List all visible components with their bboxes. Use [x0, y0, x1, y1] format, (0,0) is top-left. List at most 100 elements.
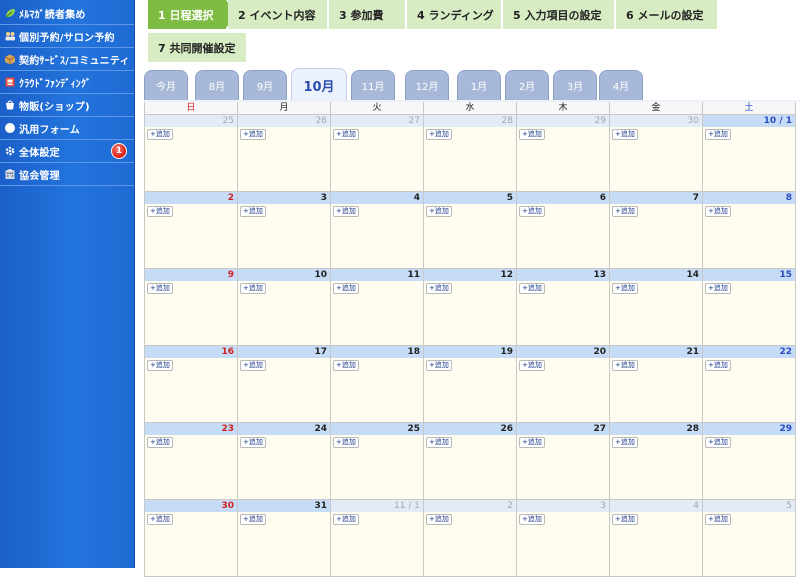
sidebar-item-mailmag[interactable]: ﾒﾙﾏｶﾞ読者集め	[0, 2, 134, 25]
add-event-button[interactable]: +追加	[333, 206, 359, 217]
day-number: 7	[610, 192, 702, 204]
add-event-button[interactable]: +追加	[240, 514, 266, 525]
add-event-button[interactable]: +追加	[333, 283, 359, 294]
add-event-button[interactable]: +追加	[426, 437, 452, 448]
step-tab-7[interactable]: 7 共同開催設定	[148, 33, 246, 62]
sidebar-item-shop[interactable]: 物販(ショップ)	[0, 94, 134, 117]
add-event-button[interactable]: +追加	[240, 283, 266, 294]
day-number: 26	[238, 115, 330, 127]
sidebar-item-association[interactable]: 協会管理	[0, 163, 134, 186]
add-event-button[interactable]: +追加	[426, 514, 452, 525]
sidebar-item-form[interactable]: 汎用フォーム	[0, 117, 134, 140]
add-event-button[interactable]: +追加	[426, 283, 452, 294]
add-event-button[interactable]: +追加	[519, 206, 545, 217]
calendar-day: 19 +追加	[424, 346, 517, 423]
calendar-day: 10 / 1 +追加	[703, 115, 796, 192]
add-event-button[interactable]: +追加	[147, 129, 173, 140]
add-event-button[interactable]: +追加	[147, 283, 173, 294]
tab-month-1[interactable]: 8月	[195, 70, 239, 100]
step-tab-5[interactable]: 5 入力項目の設定	[503, 0, 614, 29]
calendar-day: 28 +追加	[424, 115, 517, 192]
step-tab-6[interactable]: 6 メールの設定	[616, 0, 717, 29]
calendar-day: 29 +追加	[703, 423, 796, 500]
day-number: 10 / 1	[703, 115, 795, 127]
add-event-button[interactable]: +追加	[519, 514, 545, 525]
step-tab-4[interactable]: 4 ランディング	[407, 0, 501, 29]
add-event-button[interactable]: +追加	[519, 437, 545, 448]
day-number: 27	[517, 423, 609, 435]
add-event-button[interactable]: +追加	[705, 360, 731, 371]
add-event-button[interactable]: +追加	[426, 360, 452, 371]
tab-month-2[interactable]: 9月	[243, 70, 287, 100]
day-number: 21	[610, 346, 702, 358]
add-event-button[interactable]: +追加	[426, 129, 452, 140]
tab-month-0[interactable]: 今月	[144, 70, 188, 100]
day-number: 4	[610, 500, 702, 512]
step-tab-1[interactable]: 1 日程選択	[148, 0, 236, 29]
add-event-button[interactable]: +追加	[240, 206, 266, 217]
add-event-button[interactable]: +追加	[705, 206, 731, 217]
add-event-button[interactable]: +追加	[240, 437, 266, 448]
step-tab-3[interactable]: 3 参加費	[329, 0, 405, 29]
add-event-button[interactable]: +追加	[333, 437, 359, 448]
calendar-day: 5 +追加	[703, 500, 796, 577]
add-event-button[interactable]: +追加	[519, 360, 545, 371]
tab-month-6[interactable]: 1月	[457, 70, 501, 100]
add-event-button[interactable]: +追加	[612, 437, 638, 448]
add-event-button[interactable]: +追加	[333, 360, 359, 371]
add-event-button[interactable]: +追加	[147, 206, 173, 217]
day-number: 26	[424, 423, 516, 435]
day-number: 20	[517, 346, 609, 358]
add-event-button[interactable]: +追加	[612, 360, 638, 371]
calendar-day: 24 +追加	[238, 423, 331, 500]
add-event-button[interactable]: +追加	[705, 283, 731, 294]
day-number: 25	[145, 115, 237, 127]
add-event-button[interactable]: +追加	[147, 360, 173, 371]
day-number: 3	[517, 500, 609, 512]
add-event-button[interactable]: +追加	[705, 129, 731, 140]
day-number: 31	[238, 500, 330, 512]
tab-month-7[interactable]: 2月	[505, 70, 549, 100]
calendar-day: 29 +追加	[517, 115, 610, 192]
sidebar-item-crowdfunding[interactable]: ｸﾗｳﾄﾞﾌｧﾝﾃﾞｨﾝｸﾞ	[0, 71, 134, 94]
day-number: 8	[703, 192, 795, 204]
day-number: 29	[517, 115, 609, 127]
add-event-button[interactable]: +追加	[519, 129, 545, 140]
sidebar-item-label: 契約ｻｰﾋﾞｽ/コミュニティ	[19, 55, 130, 67]
add-event-button[interactable]: +追加	[705, 514, 731, 525]
tab-month-5[interactable]: 12月	[405, 70, 449, 100]
day-number: 24	[238, 423, 330, 435]
add-event-button[interactable]: +追加	[147, 514, 173, 525]
add-event-button[interactable]: +追加	[147, 437, 173, 448]
tab-month-4[interactable]: 11月	[351, 70, 395, 100]
calendar-week: 9 +追加 10 +追加 11 +追加 12 +追加 13 +追加 14 +追加 15 +追加	[145, 269, 800, 346]
add-event-button[interactable]: +追加	[612, 283, 638, 294]
weekday-label: 日	[145, 102, 238, 115]
calendar-day: 16 +追加	[145, 346, 238, 423]
calendar-day: 15 +追加	[703, 269, 796, 346]
shop-icon	[4, 99, 16, 111]
calendar-day: 28 +追加	[610, 423, 703, 500]
tab-month-8[interactable]: 3月	[553, 70, 597, 100]
sidebar-item-reservation[interactable]: 個別予約/サロン予約	[0, 25, 134, 48]
sidebar: ﾒﾙﾏｶﾞ読者集め 個別予約/サロン予約契約ｻｰﾋﾞｽ/コミュニティ ｸﾗｳﾄﾞﾌｧ…	[0, 0, 135, 568]
add-event-button[interactable]: +追加	[426, 206, 452, 217]
add-event-button[interactable]: +追加	[333, 514, 359, 525]
add-event-button[interactable]: +追加	[612, 129, 638, 140]
add-event-button[interactable]: +追加	[705, 437, 731, 448]
step-tabs: 1 日程選択 2 イベント内容 3 参加費 4 ランディング 5 入力項目の設定 6 メー…	[146, 0, 800, 66]
calendar-day: 12 +追加	[424, 269, 517, 346]
add-event-button[interactable]: +追加	[519, 283, 545, 294]
step-tab-2[interactable]: 2 イベント内容	[228, 0, 327, 29]
sidebar-item-contract[interactable]: 契約ｻｰﾋﾞｽ/コミュニティ	[0, 48, 134, 71]
add-event-button[interactable]: +追加	[612, 514, 638, 525]
tab-month-3[interactable]: 10月	[291, 68, 347, 101]
add-event-button[interactable]: +追加	[240, 360, 266, 371]
day-number: 10	[238, 269, 330, 281]
sidebar-item-settings[interactable]: 全体設定 1	[0, 140, 134, 163]
add-event-button[interactable]: +追加	[333, 129, 359, 140]
tab-month-9[interactable]: 4月	[599, 70, 643, 100]
add-event-button[interactable]: +追加	[612, 206, 638, 217]
calendar-day: 2 +追加	[145, 192, 238, 269]
add-event-button[interactable]: +追加	[240, 129, 266, 140]
